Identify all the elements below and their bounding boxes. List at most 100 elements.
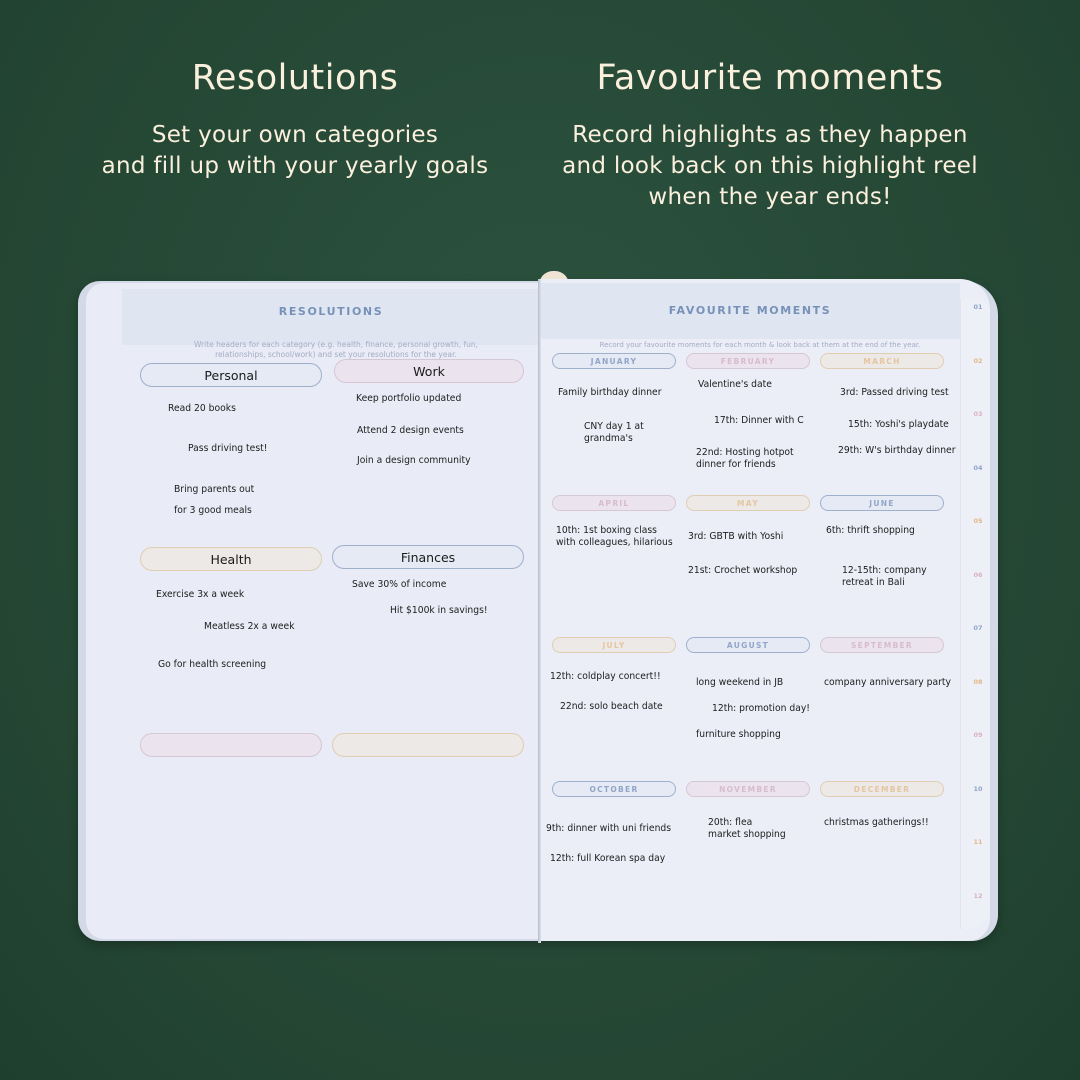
resolution-item: Keep portfolio updated xyxy=(356,393,462,404)
moments-caption: Favourite moments Record highlights as t… xyxy=(530,58,1010,213)
resolutions-caption: Resolutions Set your own categories and … xyxy=(70,58,520,182)
moment-entry: 12th: coldplay concert!! xyxy=(550,671,661,682)
month-label: JULY xyxy=(602,640,626,650)
resolution-item: Save 30% of income xyxy=(352,579,447,590)
month-header-april: APRIL xyxy=(552,495,676,511)
month-label: SEPTEMBER xyxy=(850,640,914,650)
moment-entry: 3rd: GBTB with Yoshi xyxy=(688,531,784,542)
category-header-label: Personal xyxy=(204,367,258,383)
category-header-health[interactable]: Health xyxy=(140,547,322,571)
month-tab-06[interactable]: 06 xyxy=(968,571,988,579)
month-label: JANUARY xyxy=(590,356,638,366)
resolution-item: Pass driving test! xyxy=(188,443,268,454)
favourite-moments-page: FAVOURITE MOMENTS Record your favourite … xyxy=(540,279,990,941)
moments-caption-title: Favourite moments xyxy=(596,58,944,98)
month-header-march: MARCH xyxy=(820,353,944,369)
month-tab-strip xyxy=(960,299,990,929)
moment-entry: 21st: Crochet workshop xyxy=(688,565,798,576)
month-tab-10[interactable]: 10 xyxy=(968,785,988,793)
month-header-january: JANUARY xyxy=(552,353,676,369)
month-tab-01[interactable]: 01 xyxy=(968,303,988,311)
resolution-item: Hit $100k in savings! xyxy=(390,605,488,616)
month-label: JUNE xyxy=(869,498,895,508)
month-label: MAY xyxy=(737,498,759,508)
moment-entry: 3rd: Passed driving test xyxy=(840,387,949,398)
category-header-label: Finances xyxy=(400,549,456,565)
month-header-may: MAY xyxy=(686,495,810,511)
moment-entry: 29th: W's birthday dinner xyxy=(838,445,956,456)
resolutions-page: RESOLUTIONS Write headers for each categ… xyxy=(86,283,540,939)
category-header-label: Health xyxy=(210,551,252,567)
resolution-item: Meatless 2x a week xyxy=(204,621,295,632)
resolutions-caption-line-2: and fill up with your yearly goals xyxy=(101,153,489,179)
moment-entry: furniture shopping xyxy=(696,729,781,740)
month-tab-09[interactable]: 09 xyxy=(968,731,988,739)
moments-caption-line-2: and look back on this highlight reel xyxy=(562,153,978,179)
moment-entry: 12th: promotion day! xyxy=(712,703,810,714)
resolution-item: Exercise 3x a week xyxy=(156,589,245,600)
month-header-june: JUNE xyxy=(820,495,944,511)
moments-page-title: FAVOURITE MOMENTS xyxy=(668,304,832,317)
moment-entry: 10th: 1st boxing class with colleagues, … xyxy=(556,525,673,548)
moments-instruction: Record your favourite moments for each m… xyxy=(599,341,921,349)
category-header-blank-4[interactable] xyxy=(140,733,322,757)
month-label: FEBRUARY xyxy=(720,356,776,366)
instruction-line-1: Write headers for each category (e.g. he… xyxy=(193,340,479,349)
moments-caption-line-3: when the year ends! xyxy=(648,184,892,210)
moment-entry: 9th: dinner with uni friends xyxy=(546,823,672,834)
moment-entry: 15th: Yoshi's playdate xyxy=(848,419,949,430)
month-header-august: AUGUST xyxy=(686,637,810,653)
moment-entry: 22nd: solo beach date xyxy=(560,701,663,712)
category-header-personal[interactable]: Personal xyxy=(140,363,322,387)
category-header-label: Work xyxy=(413,363,445,379)
month-label: DECEMBER xyxy=(853,784,911,794)
moment-entry: 20th: flea market shopping xyxy=(708,817,786,840)
month-header-november: NOVEMBER xyxy=(686,781,810,797)
resolutions-header-band: RESOLUTIONS xyxy=(122,289,540,345)
resolution-item: Join a design community xyxy=(357,455,471,466)
category-header-finances[interactable]: Finances xyxy=(332,545,524,569)
open-planner-book: RESOLUTIONS Write headers for each categ… xyxy=(78,271,998,944)
moment-entry: 17th: Dinner with C xyxy=(714,415,804,426)
month-header-february: FEBRUARY xyxy=(686,353,810,369)
category-header-blank-5[interactable] xyxy=(332,733,524,757)
month-tab-04[interactable]: 04 xyxy=(968,464,988,472)
month-tab-02[interactable]: 02 xyxy=(968,357,988,365)
month-label: MARCH xyxy=(863,356,901,366)
month-tab-12[interactable]: 12 xyxy=(968,892,988,900)
month-header-october: OCTOBER xyxy=(552,781,676,797)
book-spine xyxy=(538,279,541,943)
moment-entry: 6th: thrift shopping xyxy=(826,525,915,536)
resolutions-instruction: Write headers for each category (e.g. he… xyxy=(146,340,526,360)
moments-caption-line-1: Record highlights as they happen xyxy=(572,122,968,148)
moment-entry: CNY day 1 at grandma's xyxy=(584,421,644,444)
moment-entry: Valentine's date xyxy=(698,379,772,390)
month-tab-05[interactable]: 05 xyxy=(968,517,988,525)
month-label: AUGUST xyxy=(726,640,770,650)
moment-entry: 12-15th: company retreat in Bali xyxy=(842,565,927,588)
moment-entry: company anniversary party xyxy=(824,677,951,688)
month-label: APRIL xyxy=(598,498,630,508)
moment-entry: christmas gatherings!! xyxy=(824,817,929,828)
moment-entry: Family birthday dinner xyxy=(558,387,662,398)
resolution-item: Bring parents out for 3 good meals xyxy=(174,484,255,516)
resolution-item: Read 20 books xyxy=(168,403,236,414)
moment-entry: 22nd: Hosting hotpot dinner for friends xyxy=(696,447,794,470)
month-tab-07[interactable]: 07 xyxy=(968,624,988,632)
resolutions-caption-line-1: Set your own categories xyxy=(151,122,439,148)
resolution-item: Go for health screening xyxy=(158,659,267,670)
month-label: NOVEMBER xyxy=(719,784,777,794)
moment-entry: 12th: full Korean spa day xyxy=(550,853,666,864)
month-label: OCTOBER xyxy=(589,784,639,794)
moments-header-band: FAVOURITE MOMENTS xyxy=(540,283,960,339)
month-header-december: DECEMBER xyxy=(820,781,944,797)
category-header-work[interactable]: Work xyxy=(334,359,524,383)
resolutions-page-title: RESOLUTIONS xyxy=(278,305,384,318)
month-tab-11[interactable]: 11 xyxy=(968,838,988,846)
month-tab-08[interactable]: 08 xyxy=(968,678,988,686)
month-header-july: JULY xyxy=(552,637,676,653)
moment-entry: long weekend in JB xyxy=(696,677,784,688)
resolution-item: Attend 2 design events xyxy=(357,425,464,436)
month-tab-03[interactable]: 03 xyxy=(968,410,988,418)
month-header-september: SEPTEMBER xyxy=(820,637,944,653)
